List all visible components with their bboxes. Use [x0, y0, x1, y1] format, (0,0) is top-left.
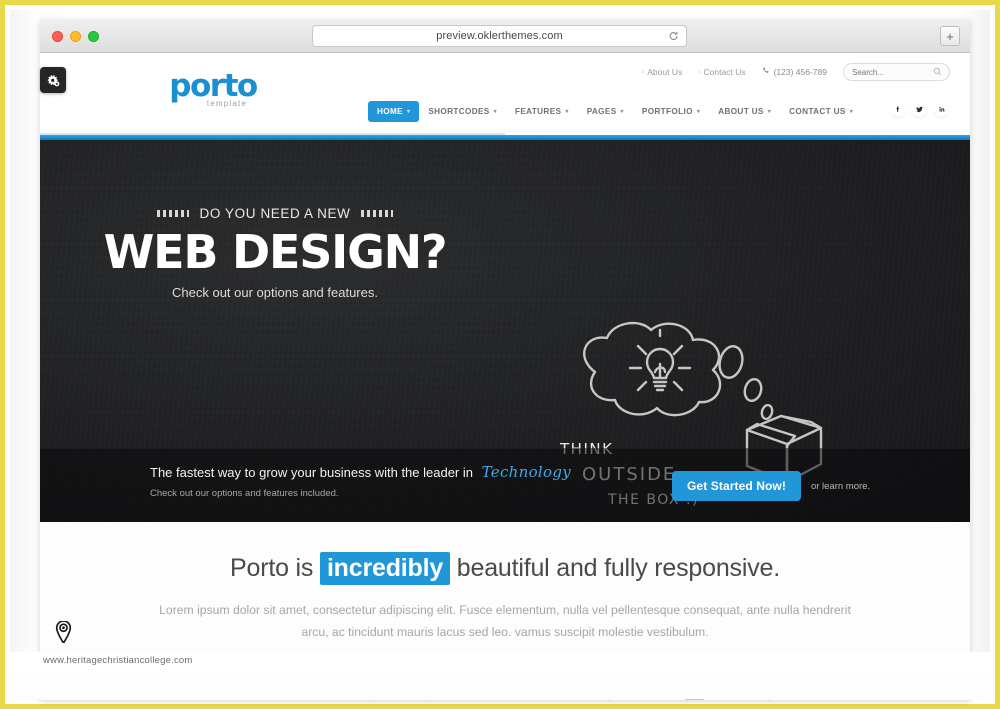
bottom-fade [10, 665, 990, 699]
phone-icon [762, 67, 770, 77]
page-edge-left [10, 10, 40, 699]
chevron-down-icon: ▾ [493, 109, 497, 115]
topbar-about-label: About Us [647, 67, 683, 77]
hero-callout-line2: Check out our options and features inclu… [150, 488, 339, 499]
dash-decoration-left [156, 210, 189, 217]
chevron-down-icon: ▾ [406, 109, 411, 115]
facebook-icon[interactable] [889, 101, 906, 118]
chevron-down-icon: ▾ [849, 109, 854, 115]
chevron-down-icon: ▾ [767, 109, 772, 115]
hero-callout-line1: The fastest way to grow your business wi… [150, 463, 571, 481]
site-header: › About Us › Contact Us (123) 456-789 Se… [40, 53, 970, 135]
nav-item-features[interactable]: FEATURES ▾ [506, 101, 578, 122]
nav-label: PAGES [586, 107, 617, 116]
hero-callout-copy: The fastest way to grow your business wi… [150, 463, 571, 499]
linkedin-icon[interactable] [933, 101, 950, 118]
logo-wordmark: porto [169, 68, 258, 104]
site-search[interactable] [843, 63, 950, 81]
nav-label: SHORTCODES [428, 107, 490, 116]
intro-headline-highlight: incredibly [319, 552, 451, 585]
nav-label: PORTFOLIO [641, 107, 693, 116]
chevron-down-icon: ▾ [565, 109, 569, 115]
hero-callout-prefix: The fastest way to grow your business wi… [150, 465, 473, 480]
nav-item-home[interactable]: HOME ▾ [368, 101, 420, 122]
logo-subtitle: template [206, 99, 248, 108]
topbar-contact-label: Contact Us [703, 67, 746, 77]
address-bar-url: preview.oklerthemes.com [436, 30, 563, 42]
close-window-button[interactable] [52, 30, 63, 42]
intro-headline-prefix: Porto is [230, 554, 314, 582]
topbar-phone-number: (123) 456-789 [773, 67, 827, 77]
outer-frame: preview.oklerthemes.com + › About Us › C… [0, 0, 1000, 709]
nav-item-shortcodes[interactable]: SHORTCODES ▾ [419, 101, 506, 122]
cogs-icon [47, 74, 59, 86]
topbar-phone[interactable]: (123) 456-789 [762, 67, 827, 77]
browser-titlebar: preview.oklerthemes.com + [40, 20, 970, 53]
window-controls[interactable] [52, 30, 99, 42]
reload-icon[interactable] [668, 31, 679, 42]
search-icon[interactable] [933, 67, 942, 78]
address-bar[interactable]: preview.oklerthemes.com [312, 25, 687, 47]
nav-label: CONTACT US [789, 107, 846, 116]
search-input[interactable] [852, 67, 932, 77]
hero-callout-accent: Technology [481, 463, 571, 481]
hero-cta-group: Get Started Now! or learn more. [672, 471, 870, 501]
hero-callout-bar: The fastest way to grow your business wi… [40, 448, 970, 522]
chevron-down-icon: ▾ [696, 109, 701, 115]
maximize-window-button[interactable] [88, 30, 99, 42]
chevron-down-icon: ▾ [620, 109, 624, 115]
nav-item-pages[interactable]: PAGES ▾ [578, 101, 633, 122]
minimize-window-button[interactable] [70, 30, 81, 42]
hero-banner: DO YOU NEED A NEW WEB DESIGN? Check out … [40, 140, 970, 522]
nav-label: HOME [377, 107, 403, 116]
main-navigation: HOME ▾ SHORTCODES ▾ FEATURES ▾ PAGES ▾ P… [368, 101, 862, 122]
twitter-icon[interactable] [911, 101, 928, 118]
site-logo[interactable]: porto template [148, 68, 278, 109]
nav-label: ABOUT US [718, 107, 764, 116]
hero-subheadline: Check out our options and features. [172, 285, 378, 300]
learn-more-link[interactable]: or learn more. [811, 481, 870, 492]
cogs-settings-badge[interactable] [40, 67, 66, 93]
map-pin-icon [55, 620, 72, 648]
chevron-right-icon: › [641, 68, 645, 76]
get-started-button[interactable]: Get Started Now! [672, 471, 801, 501]
hero-kicker: DO YOU NEED A NEW [40, 206, 510, 221]
nav-label: FEATURES [515, 107, 562, 116]
topbar-link-about[interactable]: › About Us [642, 67, 682, 77]
watermark-text: www.heritagechristiancollege.com [43, 655, 193, 666]
dash-decoration-right [361, 210, 394, 217]
intro-headline-suffix: beautiful and fully responsive. [456, 554, 780, 582]
browser-window: preview.oklerthemes.com + › About Us › C… [40, 20, 970, 700]
hero-copy: DO YOU NEED A NEW WEB DESIGN? Check out … [40, 206, 510, 300]
top-utility-bar: › About Us › Contact Us (123) 456-789 [642, 63, 950, 81]
intro-paragraph: Lorem ipsum dolor sit amet, consectetur … [159, 603, 851, 639]
intro-headline: Porto is incredibly beautiful and fully … [40, 522, 970, 585]
social-links [889, 101, 950, 118]
new-tab-button[interactable]: + [940, 26, 960, 46]
nav-item-contact-us[interactable]: CONTACT US ▾ [780, 101, 862, 122]
chevron-right-icon: › [698, 68, 701, 76]
hero-headline: WEB DESIGN? [103, 225, 448, 279]
nav-item-about-us[interactable]: ABOUT US ▾ [709, 101, 780, 122]
topbar-link-contact[interactable]: › Contact Us [698, 67, 745, 77]
accent-bar-highlight [40, 133, 505, 135]
nav-item-portfolio[interactable]: PORTFOLIO ▾ [633, 101, 709, 122]
hero-kicker-text: DO YOU NEED A NEW [199, 206, 351, 221]
